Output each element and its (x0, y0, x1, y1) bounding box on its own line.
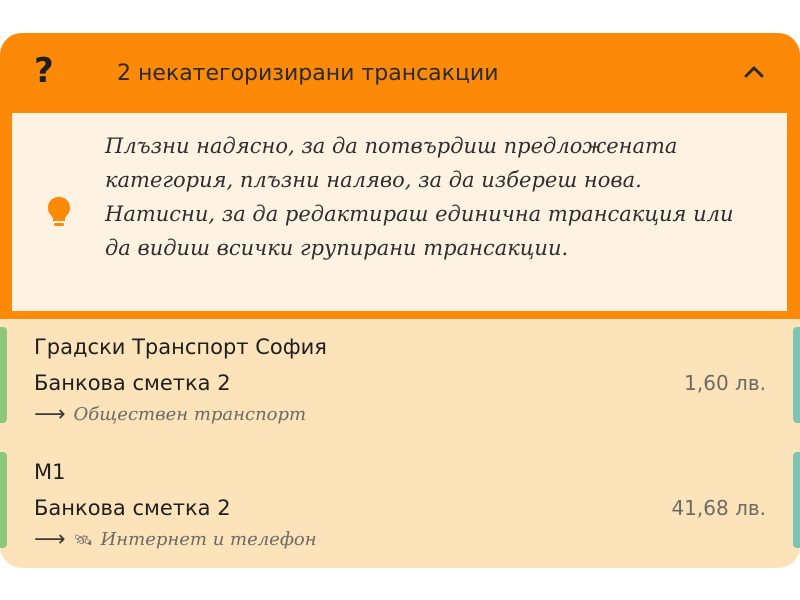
arrow-right-icon: ⟶ (34, 402, 66, 427)
transaction-row[interactable]: Градски Транспорт София Банкова сметка 2… (0, 321, 800, 431)
transaction-amount: 41,68 лв. (671, 496, 766, 520)
lightbulb-icon (48, 197, 70, 226)
tip-frame-bottom (0, 311, 800, 319)
transaction-account: Банкова сметка 2 (34, 371, 231, 395)
question-mark-icon: ? (34, 51, 54, 91)
tip-frame-left (0, 113, 12, 311)
transaction-merchant: Градски Транспорт София (34, 335, 327, 359)
arrow-right-icon: ⟶ (34, 527, 66, 552)
transaction-category: ⟶ Обществен транспорт (34, 403, 306, 427)
transaction-amount: 1,60 лв. (684, 371, 766, 395)
transaction-row[interactable]: М1 Банкова сметка 2 41,68 лв. ⟶ 🛰 Интерн… (0, 446, 800, 556)
tip-frame-right (787, 113, 800, 311)
category-label: Обществен транспорт (73, 404, 307, 425)
category-label: Интернет и телефон (100, 529, 317, 550)
swipe-change-indicator (793, 327, 800, 423)
swipe-confirm-indicator (0, 452, 7, 548)
transaction-merchant: М1 (34, 460, 66, 484)
card-title: 2 некатегоризирани трансакции (117, 61, 499, 86)
satellite-icon: 🛰 (73, 531, 93, 549)
swipe-change-indicator (793, 452, 800, 548)
swipe-confirm-indicator (0, 327, 7, 423)
tip-text: Плъзни надясно, за да потвърдиш предложе… (105, 134, 734, 260)
tip-box: Плъзни надясно, за да потвърдиш предложе… (12, 113, 787, 311)
chevron-up-icon[interactable] (739, 59, 769, 85)
transaction-account: Банкова сметка 2 (34, 496, 231, 520)
card-header[interactable]: ? 2 некатегоризирани трансакции (0, 33, 800, 113)
uncategorized-transactions-card: ? 2 некатегоризирани трансакции Плъзни н… (0, 33, 800, 568)
transaction-category: ⟶ 🛰 Интернет и телефон (34, 528, 317, 552)
